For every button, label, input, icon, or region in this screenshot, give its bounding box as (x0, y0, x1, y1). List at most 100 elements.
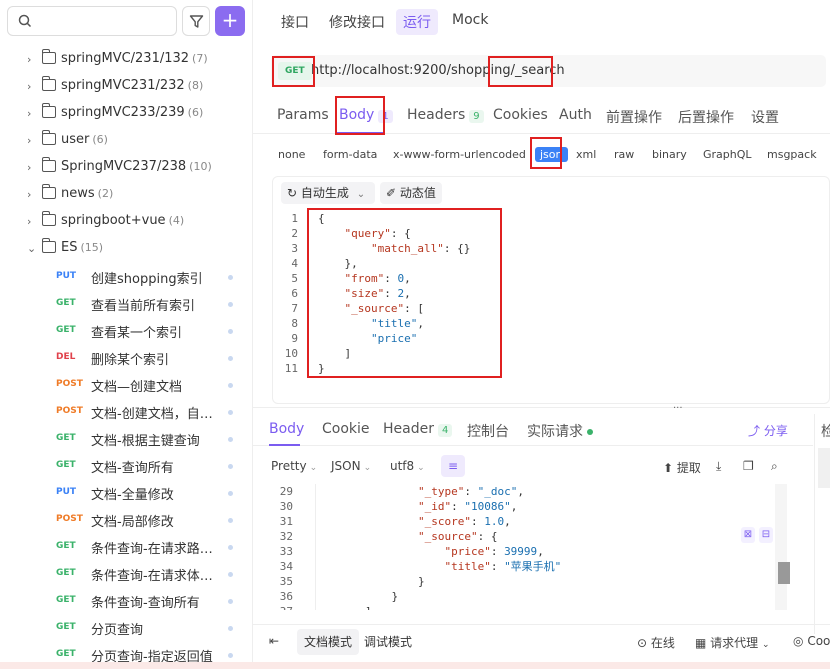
tab-api[interactable]: 接口 (281, 12, 309, 32)
download-icon[interactable]: ⤓ (716, 459, 721, 474)
request-item[interactable]: GET 条件查询-查询所有 (0, 587, 252, 614)
request-name: 删除某个索引 (91, 353, 170, 368)
encoding-select[interactable]: utf8 ⌄ (390, 459, 425, 473)
folder-item[interactable]: › springMVC231/232 (8) (0, 74, 252, 101)
dynamic-value-button[interactable]: ✐ 动态值 (380, 182, 442, 204)
status-dot (228, 545, 233, 550)
request-proxy[interactable]: ▦ 请求代理 ⌄ (695, 634, 770, 651)
line-number: 1 (291, 212, 298, 225)
request-item[interactable]: POST 文档-局部修改 (0, 506, 252, 533)
tab-mock[interactable]: Mock (452, 12, 488, 28)
tab-headers[interactable]: Headers 9 (407, 107, 484, 123)
body-type-xml[interactable]: xml (576, 148, 596, 161)
folder-item[interactable]: › springboot+vue (4) (0, 209, 252, 236)
body-type-graphql[interactable]: GraphQL (703, 148, 752, 161)
tab-pre-ops[interactable]: 前置操作 (606, 107, 662, 127)
request-item[interactable]: GET 条件查询-在请求路径... (0, 533, 252, 560)
url-input[interactable]: http://localhost:9200/shopping/_search (311, 63, 565, 78)
debug-mode-tab[interactable]: 调试模式 (357, 629, 419, 655)
request-item[interactable]: PUT 文档-全量修改 (0, 479, 252, 506)
folder-count: (4) (168, 214, 185, 227)
tab-response-header-count: 4 (437, 424, 453, 437)
share-button[interactable]: ⤴ 分享 (748, 422, 788, 439)
wrap-lines-icon[interactable]: ≡ (441, 455, 465, 477)
fold-icon[interactable]: ⊠ (741, 527, 755, 543)
tab-run[interactable]: 运行 (396, 9, 438, 35)
request-item[interactable]: GET 查看当前所有索引 (0, 290, 252, 317)
json-select[interactable]: JSON ⌄ (331, 459, 371, 473)
request-item[interactable]: GET 文档-根据主键查询 (0, 425, 252, 452)
search-icon[interactable]: ⌕ (771, 459, 778, 474)
response-format-bar: Pretty ⌄ JSON ⌄ utf8 ⌄ ≡ ⬆ 提取 ⤓ ❐ ⌕ (271, 455, 811, 477)
code-text: ] (318, 347, 352, 360)
response-scroll-thumb[interactable] (778, 562, 790, 584)
request-item[interactable]: DEL 删除某个索引 (0, 344, 252, 371)
tab-response-header[interactable]: Header 4 (383, 421, 453, 437)
folder-label: news (2) (61, 186, 113, 201)
folder-item[interactable]: › news (2) (0, 182, 252, 209)
tab-settings[interactable]: 设置 (751, 107, 779, 127)
request-name: 文档-创建文档，自定... (91, 407, 225, 422)
response-scrollbar[interactable] (775, 484, 787, 610)
tab-edit-api[interactable]: 修改接口 (329, 12, 385, 32)
request-name: 条件查询-在请求路径... (91, 542, 225, 557)
add-button[interactable]: + (215, 6, 245, 36)
chevron-down-icon: ⌄ (356, 189, 366, 200)
body-type-msgpack[interactable]: msgpack (767, 148, 817, 161)
code-text: "_source": [ (344, 302, 424, 315)
filter-button[interactable] (182, 6, 210, 36)
request-name: 分页查询 (91, 623, 144, 638)
body-type-raw[interactable]: raw (614, 148, 634, 161)
response-code[interactable]: 29 "_type": "_doc", 30 "_id": "10086", 31 … (267, 484, 791, 610)
request-item[interactable]: PUT 创建shopping索引 (0, 263, 252, 290)
tab-post-ops[interactable]: 后置操作 (678, 107, 734, 127)
collapse-sidebar-icon[interactable]: ⇤ (269, 634, 279, 648)
cookie-manager[interactable]: ◎ Coo (793, 634, 830, 648)
tab-cookies[interactable]: Cookies (493, 107, 548, 123)
request-tabs: Params Body 1 Headers 9 Cookies Auth 前置操作 … (253, 100, 830, 134)
doc-mode-tab[interactable]: 文档模式 (297, 629, 360, 655)
method-select[interactable]: GET (278, 62, 312, 80)
auto-generate-button[interactable]: ↻ 自动生成 ⌄ (281, 182, 375, 204)
folder-item[interactable]: › SpringMVC237/238 (10) (0, 155, 252, 182)
tab-actual-request[interactable]: 实际请求 (527, 421, 593, 441)
request-item[interactable]: GET 查看某一个索引 (0, 317, 252, 344)
body-type-json[interactable]: json (535, 147, 568, 162)
response-line: 36 } (267, 589, 791, 604)
dynamic-value-label: 动态值 (399, 186, 436, 200)
tab-body[interactable]: Body 1 (339, 107, 393, 123)
tab-response-cookie[interactable]: Cookie (322, 421, 370, 437)
online-status[interactable]: ⊙ 在线 (637, 634, 675, 651)
request-item[interactable]: GET 条件查询-在请求体中... (0, 560, 252, 587)
body-type-binary[interactable]: binary (652, 148, 687, 161)
panel-splitter[interactable]: ... (253, 400, 830, 413)
pretty-select[interactable]: Pretty ⌄ (271, 459, 317, 473)
request-item[interactable]: GET 文档-查询所有 (0, 452, 252, 479)
search-input[interactable] (7, 6, 177, 36)
api-tree: › springMVC/231/132 (7) › springMVC231/232 (8… (0, 47, 252, 668)
response-line: 34 "title": "苹果手机" (267, 559, 791, 574)
line-number: 32 (279, 530, 293, 543)
tab-response-body[interactable]: Body (269, 421, 304, 437)
tab-auth[interactable]: Auth (559, 107, 592, 123)
request-item[interactable]: GET 分页查询 (0, 614, 252, 641)
folder-item[interactable]: ⌄ ES (15) (0, 236, 252, 263)
request-item[interactable]: POST 文档-创建文档，自定... (0, 398, 252, 425)
folder-item[interactable]: › user (6) (0, 128, 252, 155)
folder-item[interactable]: › springMVC/231/132 (7) (0, 47, 252, 74)
copy-icon[interactable]: ❐ (743, 459, 754, 473)
body-type-none[interactable]: none (278, 148, 305, 161)
folder-item[interactable]: › springMVC233/239 (6) (0, 101, 252, 128)
method-badge: POST (56, 406, 83, 416)
request-item[interactable]: POST 文档—创建文档 (0, 371, 252, 398)
unfold-icon[interactable]: ⊟ (759, 527, 773, 543)
body-editor[interactable]: ↻ 自动生成 ⌄ ✐ 动态值 1 {2 "query": {3 "match_al… (272, 176, 830, 404)
tab-console[interactable]: 控制台 (467, 421, 509, 441)
body-type-urlencoded[interactable]: x-www-form-urlencoded (393, 148, 526, 161)
tab-params[interactable]: Params (277, 107, 329, 123)
code-text: "title": "苹果手机" (444, 560, 562, 573)
body-type-form-data[interactable]: form-data (323, 148, 377, 161)
response-line: 30 "_id": "10086", (267, 499, 791, 514)
right-panel-tab[interactable]: 检 (821, 421, 830, 441)
extract-button[interactable]: ⬆ 提取 (663, 459, 701, 476)
